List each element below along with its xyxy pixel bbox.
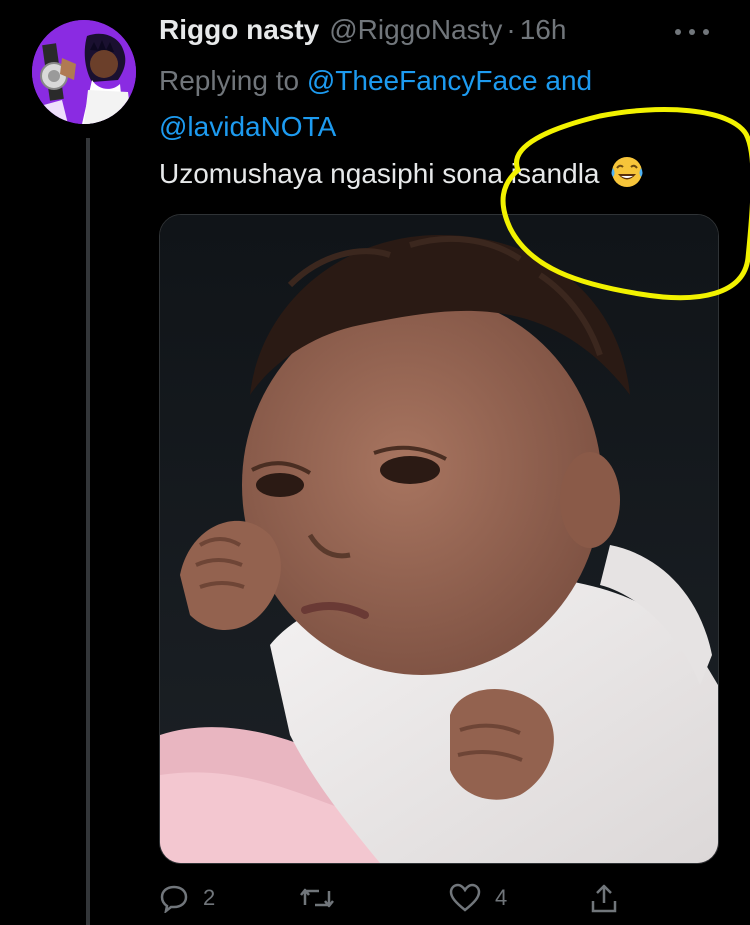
share-icon [591,884,617,913]
avatar[interactable] [32,20,136,124]
retweet-icon [300,888,334,908]
mention-and[interactable]: and [545,65,592,96]
display-name[interactable]: Riggo nasty [159,14,319,46]
replying-to: Replying to @TheeFancyFace and @lavidaNO… [159,58,719,150]
like-button[interactable]: 4 [449,878,507,918]
separator-dot: · [506,14,516,45]
mention-link-1[interactable]: @TheeFancyFace [307,65,538,96]
mention-link-2[interactable]: @lavidaNOTA [159,111,336,142]
tweet-time[interactable]: 16h [520,14,567,46]
tears-of-joy-emoji-icon [610,155,644,189]
replying-prefix: Replying to [159,65,300,96]
baby-photo [160,215,718,863]
more-options-button[interactable] [668,18,716,46]
avatar-art [32,20,136,124]
tweet-photo[interactable] [159,214,719,864]
reply-count: 2 [203,885,216,910]
tweet-body: Uzomushaya ngasiphi sona isandla [159,158,600,189]
more-dots-icon [675,29,709,35]
reply-icon [160,885,188,913]
tweet-text: Uzomushaya ngasiphi sona isandla [159,152,739,196]
share-button[interactable] [589,878,619,918]
thread-line [86,138,90,925]
retweet-button[interactable] [299,878,349,918]
tweet-actions: 2 4 [159,878,679,918]
like-count: 4 [495,885,508,910]
reply-button[interactable]: 2 [159,878,215,918]
user-handle[interactable]: @RiggoNasty [329,14,502,46]
tweet-header: Riggo nasty @RiggoNasty · 16h [159,14,670,54]
heart-icon [449,883,481,912]
